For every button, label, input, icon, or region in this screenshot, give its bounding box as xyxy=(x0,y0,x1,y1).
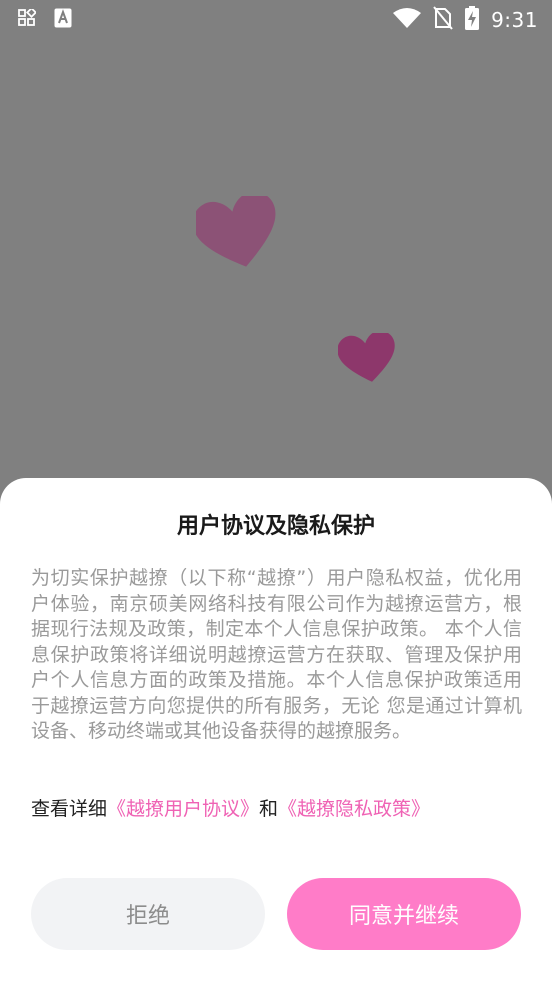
policy-links-line: 查看详细《越撩用户协议》和《越撩隐私政策》 xyxy=(31,794,430,821)
privacy-policy-link[interactable]: 《越撩隐私政策》 xyxy=(278,798,430,820)
no-sim-icon xyxy=(433,6,453,34)
links-joiner: 和 xyxy=(259,798,279,820)
status-time: 9:31 xyxy=(491,8,538,32)
heart-icon xyxy=(338,333,395,382)
agree-continue-button[interactable]: 同意并继续 xyxy=(287,878,521,950)
heart-icon xyxy=(196,196,276,267)
links-prefix: 查看详细 xyxy=(31,798,108,820)
dialog-body-text: 为切实保护越撩（以下称“越撩”）用户隐私权益，优化用户体验，南京硕美网络科技有限… xyxy=(31,567,522,742)
status-bar: 9:31 xyxy=(0,0,552,38)
battery-charging-icon xyxy=(465,6,480,34)
reject-button[interactable]: 拒绝 xyxy=(31,878,265,950)
dialog-title: 用户协议及隐私保护 xyxy=(176,514,375,539)
font-a-icon xyxy=(54,8,72,32)
user-agreement-link[interactable]: 《越撩用户协议》 xyxy=(107,798,259,820)
apps-grid-icon xyxy=(18,6,38,31)
wifi-icon xyxy=(393,7,422,33)
privacy-dialog: 用户协议及隐私保护 为切实保护越撩（以下称“越撩”）用户隐私权益，优化用户体验，… xyxy=(0,478,552,981)
